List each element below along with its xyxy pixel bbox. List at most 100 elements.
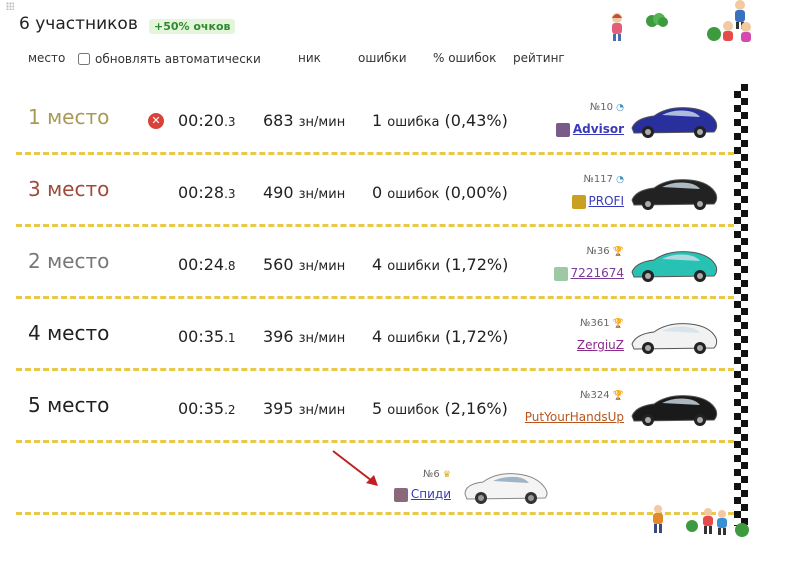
player-avatar <box>555 122 570 137</box>
speed-number: 683 <box>263 111 294 130</box>
current-player-nick[interactable]: Спиди <box>393 487 451 502</box>
speed-unit: зн/мин <box>298 403 346 418</box>
column-place: место <box>28 51 66 65</box>
column-nick: ник <box>298 51 321 65</box>
rank-number: №361 <box>580 318 610 329</box>
error-count: 4 ошибки (1,72%) <box>372 327 508 346</box>
error-count: 0 ошибок (0,00%) <box>372 183 508 202</box>
player-nick[interactable]: ZergiuZ <box>577 338 624 352</box>
auto-update-toggle[interactable]: обновлять автоматически <box>78 52 261 66</box>
failed-icon: ✕ <box>148 113 164 129</box>
error-count: 1 ошибка (0,43%) <box>372 111 508 130</box>
race-lane-row: 4 место 00:35.1 396 зн/мин 4 ошибки (1,7… <box>16 300 734 372</box>
errors-percent: (1,72%) <box>445 255 509 274</box>
player-nick[interactable]: PROFI <box>571 194 624 209</box>
typing-speed: 560 зн/мин <box>263 255 345 274</box>
column-errors: ошибки <box>358 51 407 65</box>
errors-text: ошибок <box>387 403 440 418</box>
place-label: 4 место <box>28 321 110 345</box>
rank-number: №36 <box>586 246 610 257</box>
player-nick[interactable]: Advisor <box>555 122 624 137</box>
player-avatar <box>571 194 586 209</box>
lane-divider <box>16 368 734 371</box>
time-fraction: .8 <box>224 259 236 273</box>
time-main: 00:20 <box>178 111 225 130</box>
trophy-icon: 🏆 <box>612 247 624 257</box>
speed-number: 396 <box>263 327 294 346</box>
race-lane-row: 1 место ✕ 00:20.3 683 зн/мин 1 ошибка (0… <box>16 84 734 156</box>
speed-unit: зн/мин <box>298 259 346 274</box>
pointer-arrow-icon <box>332 450 378 486</box>
player-rank: №36 🏆 <box>586 246 624 257</box>
race-lane-row: 3 место 00:28.3 490 зн/мин 0 ошибок (0,0… <box>16 156 734 228</box>
auto-update-checkbox[interactable] <box>78 53 90 65</box>
speed-unit: зн/мин <box>298 187 346 202</box>
errors-number: 4 <box>372 255 383 274</box>
errors-text: ошибки <box>387 259 440 274</box>
player-car-icon <box>631 107 718 138</box>
finish-time: 00:20.3 <box>178 111 236 130</box>
crown-icon: ♛ <box>442 470 451 480</box>
rank-number: №117 <box>583 174 613 185</box>
errors-percent: (2,16%) <box>444 399 508 418</box>
player-rank: №324 🏆 <box>580 390 624 401</box>
finish-time: 00:24.8 <box>178 255 236 274</box>
time-main: 00:35 <box>178 327 225 346</box>
errors-number: 1 <box>372 111 383 130</box>
lane-divider <box>16 296 734 299</box>
errors-percent: (1,72%) <box>445 327 509 346</box>
rank-number: №10 <box>589 102 613 113</box>
speed-unit: зн/мин <box>298 331 346 346</box>
errors-number: 5 <box>372 399 383 418</box>
player-rank: №10 ◔ <box>590 102 624 113</box>
player-avatar <box>553 266 568 281</box>
trophy-icon: 🏆 <box>612 391 624 401</box>
participants-count: 6 участников <box>19 14 138 34</box>
speed-number: 490 <box>263 183 294 202</box>
errors-text: ошибки <box>387 331 440 346</box>
drag-handle-icon[interactable] <box>6 2 14 10</box>
globe-icon: ◔ <box>616 175 624 185</box>
lane-divider <box>16 512 734 515</box>
finish-time: 00:28.3 <box>178 183 236 202</box>
column-rating: рейтинг <box>513 51 565 65</box>
time-fraction: .3 <box>224 187 236 201</box>
typing-speed: 683 зн/мин <box>263 111 345 130</box>
current-rank: №6 ♛ <box>423 469 451 480</box>
auto-update-label: обновлять автоматически <box>95 52 261 66</box>
player-car-icon <box>631 395 718 426</box>
player-car-icon <box>631 251 718 282</box>
time-fraction: .2 <box>224 403 236 417</box>
error-count: 5 ошибок (2,16%) <box>372 399 508 418</box>
lane-divider <box>16 224 734 227</box>
player-nick[interactable]: 7221674 <box>553 266 624 281</box>
time-main: 00:28 <box>178 183 225 202</box>
race-lane-row: 2 место 00:24.8 560 зн/мин 4 ошибки (1,7… <box>16 228 734 300</box>
girl-figure-icon <box>612 13 622 41</box>
errors-percent: (0,00%) <box>444 183 508 202</box>
player-nick[interactable]: PutYourHandsUp <box>525 410 624 424</box>
column-error-pct: % ошибок <box>433 51 497 65</box>
speed-number: 560 <box>263 255 294 274</box>
finish-time: 00:35.1 <box>178 327 236 346</box>
finish-line <box>734 84 748 526</box>
place-label: 2 место <box>28 249 110 273</box>
place-label: 1 место <box>28 105 110 129</box>
lane-divider <box>16 440 734 443</box>
speed-number: 395 <box>263 399 294 418</box>
player-rank: №117 ◔ <box>583 174 624 185</box>
place-label: 3 место <box>28 177 110 201</box>
time-fraction: .3 <box>224 115 236 129</box>
time-main: 00:35 <box>178 399 225 418</box>
errors-text: ошибка <box>387 115 440 130</box>
rank-number: №324 <box>580 390 610 401</box>
typing-speed: 395 зн/мин <box>263 399 345 418</box>
trophy-icon: 🏆 <box>612 319 624 329</box>
errors-number: 4 <box>372 327 383 346</box>
time-main: 00:24 <box>178 255 225 274</box>
runner-figure-icon <box>653 505 663 533</box>
typing-speed: 490 зн/мин <box>263 183 345 202</box>
error-count: 4 ошибки (1,72%) <box>372 255 508 274</box>
time-fraction: .1 <box>224 331 236 345</box>
globe-icon: ◔ <box>616 103 624 113</box>
